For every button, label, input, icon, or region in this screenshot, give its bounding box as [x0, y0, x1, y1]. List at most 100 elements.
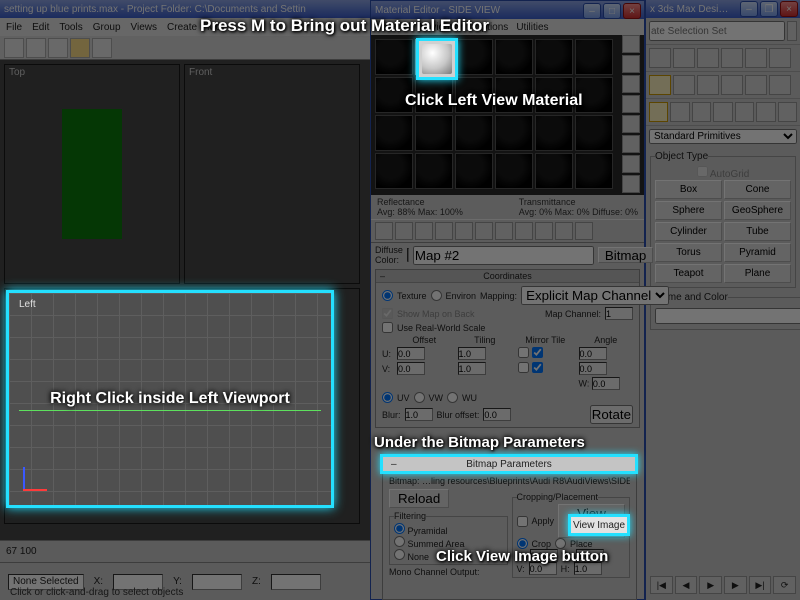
shapes-subtab[interactable]	[670, 102, 689, 122]
selset-button[interactable]	[787, 21, 797, 41]
mat-tool-button[interactable]	[415, 222, 433, 240]
material-slot[interactable]	[535, 153, 573, 189]
minimize-button[interactable]: –	[583, 3, 601, 19]
blur-field[interactable]	[405, 408, 433, 421]
u-angle[interactable]	[579, 347, 607, 360]
systems-subtab[interactable]	[778, 102, 797, 122]
material-slot-highlight[interactable]	[416, 38, 458, 80]
apply-check[interactable]	[517, 516, 528, 527]
material-slot[interactable]	[375, 115, 413, 151]
toolbar-button[interactable]	[92, 38, 112, 58]
obj-cone[interactable]: Cone	[724, 180, 791, 199]
mat-tool-button[interactable]	[395, 222, 413, 240]
mat-side-button[interactable]	[622, 95, 640, 113]
material-slot[interactable]	[375, 153, 413, 189]
mapchannel-field[interactable]	[605, 307, 633, 320]
mat-side-button[interactable]	[622, 175, 640, 193]
mat-side-button[interactable]	[622, 75, 640, 93]
obj-pyramid[interactable]: Pyramid	[724, 243, 791, 262]
material-slot[interactable]	[575, 39, 613, 75]
cameras-subtab[interactable]	[713, 102, 732, 122]
uv-radio[interactable]	[382, 392, 393, 403]
selection-set-field[interactable]	[649, 21, 785, 41]
menu-views[interactable]: Views	[131, 22, 158, 33]
prev-frame-button[interactable]: ◀	[675, 576, 698, 594]
next-frame-button[interactable]: ▶	[724, 576, 747, 594]
maximize-button[interactable]: □	[603, 3, 621, 19]
goto-end-button[interactable]: ▶|	[749, 576, 772, 594]
material-slot[interactable]	[535, 115, 573, 151]
v-mirror[interactable]	[518, 362, 529, 373]
bluroff-field[interactable]	[483, 408, 511, 421]
diffuse-swatch[interactable]	[407, 248, 409, 262]
material-slot[interactable]	[575, 115, 613, 151]
close-button[interactable]: ×	[623, 3, 641, 19]
material-slot[interactable]	[455, 115, 493, 151]
v-tile[interactable]	[532, 362, 543, 373]
material-slot[interactable]	[495, 153, 533, 189]
minimize-button[interactable]: –	[740, 1, 758, 17]
material-slot[interactable]	[455, 153, 493, 189]
material-slot[interactable]	[415, 153, 453, 189]
modify-tab[interactable]	[673, 75, 695, 95]
helpers-subtab[interactable]	[735, 102, 754, 122]
lights-subtab[interactable]	[692, 102, 711, 122]
u-mirror[interactable]	[518, 347, 529, 358]
mat-tool-button[interactable]	[475, 222, 493, 240]
menu-create[interactable]: Create	[167, 22, 197, 33]
reload-button[interactable]: Reload	[389, 489, 449, 508]
key-mode-button[interactable]: ⟳	[773, 576, 796, 594]
obj-teapot[interactable]: Teapot	[655, 264, 722, 283]
material-slot[interactable]	[375, 39, 413, 75]
motion-tab[interactable]	[721, 75, 743, 95]
restore-button[interactable]: ❐	[760, 1, 778, 17]
goto-start-button[interactable]: |◀	[650, 576, 673, 594]
filter-none[interactable]	[394, 549, 405, 560]
obj-tube[interactable]: Tube	[724, 222, 791, 241]
toolbar-button[interactable]	[26, 38, 46, 58]
u-tiling[interactable]	[458, 347, 486, 360]
obj-cylinder[interactable]: Cylinder	[655, 222, 722, 241]
mat-side-button[interactable]	[622, 35, 640, 53]
menu-file[interactable]: File	[6, 22, 22, 33]
bitmap-parameters-header[interactable]: – Bitmap Parameters	[380, 454, 638, 474]
cmd-tool[interactable]	[697, 48, 719, 68]
bitmap-type-button[interactable]: Bitmap	[598, 247, 653, 263]
material-slot[interactable]	[455, 39, 493, 75]
texture-radio[interactable]	[382, 290, 393, 301]
obj-plane[interactable]: Plane	[724, 264, 791, 283]
mat-menu-utilities[interactable]: Utilities	[516, 22, 548, 33]
cmd-tool[interactable]	[769, 48, 791, 68]
obj-torus[interactable]: Torus	[655, 243, 722, 262]
material-slot[interactable]	[575, 153, 613, 189]
w-angle[interactable]	[592, 377, 620, 390]
obj-geosphere[interactable]: GeoSphere	[724, 201, 791, 220]
cmd-tool[interactable]	[673, 48, 695, 68]
menu-edit[interactable]: Edit	[32, 22, 49, 33]
geometry-subtab[interactable]	[649, 102, 668, 122]
map-name-field[interactable]	[413, 246, 594, 265]
create-tab[interactable]	[649, 75, 671, 95]
viewport-front[interactable]: Front	[184, 64, 360, 284]
material-slot[interactable]	[535, 39, 573, 75]
vw-radio[interactable]	[414, 392, 425, 403]
mat-side-button[interactable]	[622, 55, 640, 73]
mat-tool-button[interactable]	[495, 222, 513, 240]
material-slot[interactable]	[495, 115, 533, 151]
mat-tool-button[interactable]	[535, 222, 553, 240]
toolbar-button[interactable]	[48, 38, 68, 58]
display-tab[interactable]	[745, 75, 767, 95]
mat-tool-button[interactable]	[455, 222, 473, 240]
y-field[interactable]	[192, 574, 242, 590]
u-tile[interactable]	[532, 347, 543, 358]
cmd-tool[interactable]	[721, 48, 743, 68]
close-button[interactable]: ×	[780, 1, 798, 17]
realworld-check[interactable]	[382, 322, 393, 333]
mat-side-button[interactable]	[622, 155, 640, 173]
material-slot[interactable]	[415, 115, 453, 151]
filter-summed[interactable]	[394, 536, 405, 547]
toolbar-button[interactable]	[4, 38, 24, 58]
v-tiling[interactable]	[458, 362, 486, 375]
category-select[interactable]: Standard Primitives	[649, 129, 797, 144]
v-offset[interactable]	[397, 362, 425, 375]
